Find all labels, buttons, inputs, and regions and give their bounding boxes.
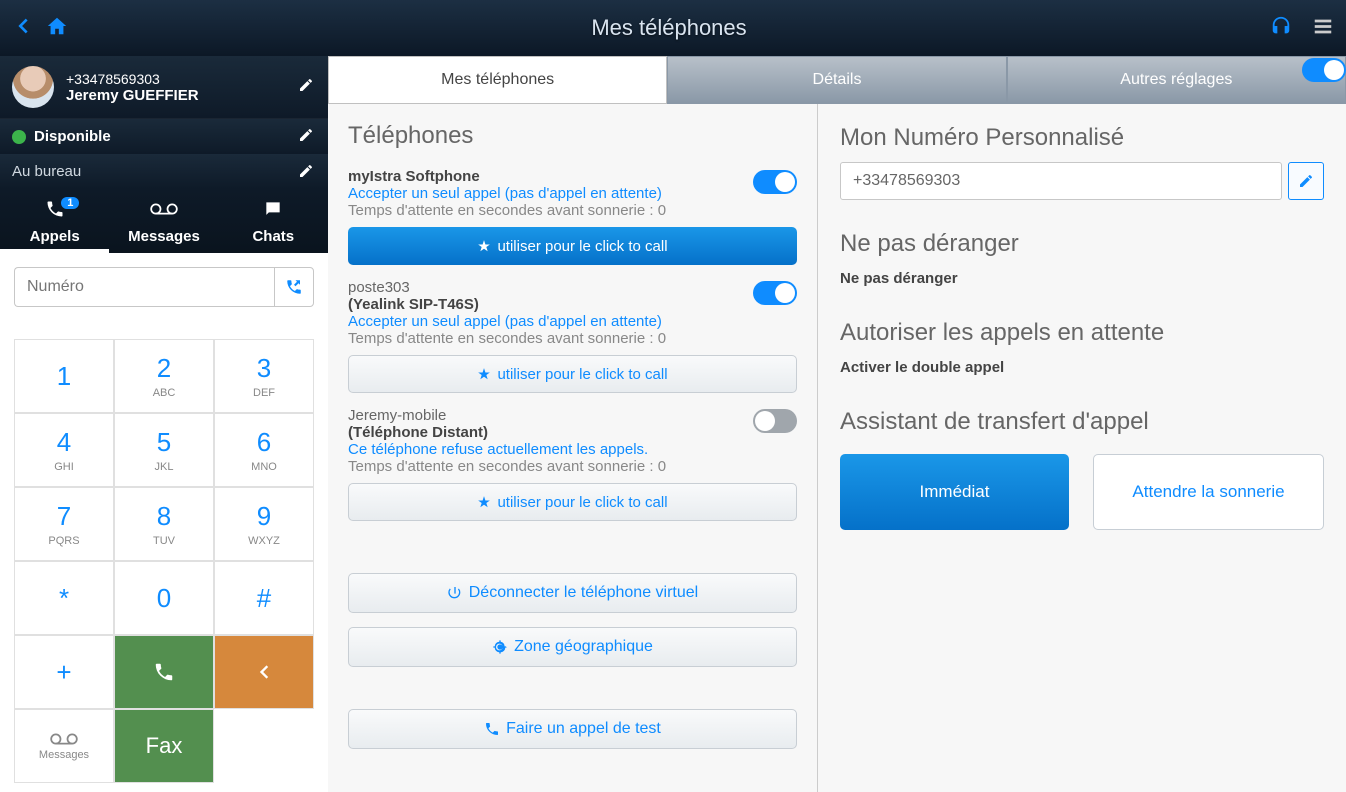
click-to-call-button[interactable]: utiliser pour le click to call <box>348 483 797 521</box>
ptab-other[interactable]: Autres réglages <box>1007 56 1346 104</box>
location-label: Au bureau <box>12 163 81 180</box>
key-5[interactable]: 5JKL <box>114 413 214 487</box>
key-*[interactable]: * <box>14 561 114 635</box>
tab-calls-label: Appels <box>0 228 109 245</box>
phone-toggle[interactable] <box>753 170 797 194</box>
phone-toggle[interactable] <box>753 409 797 433</box>
click-to-call-button[interactable]: utiliser pour le click to call <box>348 227 797 265</box>
edit-location-icon[interactable] <box>298 163 314 183</box>
disconnect-label: Déconnecter le téléphone virtuel <box>469 584 698 602</box>
settings-panel: Mon Numéro Personnalisé Ne pas déranger … <box>818 104 1346 792</box>
key-6[interactable]: 6MNO <box>214 413 314 487</box>
chat-icon <box>219 199 328 224</box>
home-icon[interactable] <box>46 15 68 42</box>
tab-calls[interactable]: 1 Appels <box>0 189 109 253</box>
phone-toggle[interactable] <box>753 281 797 305</box>
dnd-title: Ne pas déranger <box>840 230 1324 258</box>
user-name: Jeremy GUEFFIER <box>66 87 199 104</box>
waiting-title: Autoriser les appels en attente <box>840 319 1324 347</box>
key-1[interactable]: 1 <box>14 339 114 413</box>
ptab-details[interactable]: Détails <box>667 56 1006 104</box>
key-plus[interactable]: + <box>14 635 114 709</box>
personal-number-input[interactable] <box>840 162 1282 200</box>
menu-icon[interactable] <box>1312 15 1334 42</box>
dnd-label: Ne pas déranger <box>840 270 958 287</box>
phone-item: poste303(Yealink SIP-T46S)Accepter un se… <box>328 275 817 403</box>
assist-immediate-label: Immédiat <box>920 482 990 502</box>
backspace-button[interactable] <box>214 635 314 709</box>
user-box: +33478569303 Jeremy GUEFFIER <box>0 56 328 118</box>
number-input[interactable] <box>14 267 274 307</box>
waiting-label: Activer le double appel <box>840 359 1004 376</box>
status-row[interactable]: Disponible <box>0 118 328 154</box>
phone-icon <box>0 199 109 224</box>
click-to-call-button[interactable]: utiliser pour le click to call <box>348 355 797 393</box>
assist-immediate-button[interactable]: Immédiat <box>840 454 1069 530</box>
headset-icon[interactable] <box>1270 15 1292 42</box>
voicemail-button[interactable]: Messages <box>14 709 114 783</box>
main-panel: Mes téléphones Détails Autres réglages T… <box>328 56 1346 792</box>
test-call-button[interactable]: Faire un appel de test <box>348 709 797 749</box>
test-label: Faire un appel de test <box>506 720 661 738</box>
key-0[interactable]: 0 <box>114 561 214 635</box>
edit-user-icon[interactable] <box>298 77 314 98</box>
key-4[interactable]: 4GHI <box>14 413 114 487</box>
phones-title: Téléphones <box>348 122 797 150</box>
phones-panel: Téléphones myIstra SoftphoneAccepter un … <box>328 104 818 792</box>
geo-button[interactable]: Zone géographique <box>348 627 797 667</box>
tab-messages-label: Messages <box>109 228 218 245</box>
tab-chats[interactable]: Chats <box>219 189 328 253</box>
ptab-other-label: Autres réglages <box>1120 71 1232 89</box>
phone-item: myIstra SoftphoneAccepter un seul appel … <box>328 164 817 275</box>
back-icon[interactable] <box>12 15 34 42</box>
disconnect-button[interactable]: Déconnecter le téléphone virtuel <box>348 573 797 613</box>
edit-status-icon[interactable] <box>298 127 314 147</box>
fax-button[interactable]: Fax <box>114 709 214 783</box>
page-title: Mes téléphones <box>591 15 746 41</box>
assist-ring-label: Attendre la sonnerie <box>1132 482 1284 502</box>
tab-messages[interactable]: Messages <box>109 189 218 253</box>
key-9[interactable]: 9WXYZ <box>214 487 314 561</box>
key-3[interactable]: 3DEF <box>214 339 314 413</box>
key-2[interactable]: 2ABC <box>114 339 214 413</box>
pnum-title: Mon Numéro Personnalisé <box>840 124 1324 152</box>
location-row[interactable]: Au bureau <box>0 154 328 189</box>
dialpad: 12ABC3DEF 4GHI5JKL6MNO 7PQRS8TUV9WXYZ *0# +M… <box>14 339 314 783</box>
ptab-details-label: Détails <box>813 71 862 89</box>
tab-chats-label: Chats <box>219 228 328 245</box>
assist-ring-button[interactable]: Attendre la sonnerie <box>1093 454 1324 530</box>
status-label: Disponible <box>34 128 111 145</box>
sidebar: +33478569303 Jeremy GUEFFIER Disponible … <box>0 56 328 792</box>
key-7[interactable]: 7PQRS <box>14 487 114 561</box>
phone-item: Jeremy-mobile(Téléphone Distant)Ce télép… <box>328 403 817 531</box>
geo-label: Zone géographique <box>514 638 653 656</box>
ptab-phones-label: Mes téléphones <box>441 71 554 89</box>
voicemail-icon <box>109 199 218 224</box>
user-phone: +33478569303 <box>66 71 199 87</box>
calls-badge: 1 <box>61 197 79 209</box>
key-#[interactable]: # <box>214 561 314 635</box>
waiting-toggle[interactable] <box>1302 58 1346 82</box>
key-8[interactable]: 8TUV <box>114 487 214 561</box>
topbar: Mes téléphones <box>0 0 1346 56</box>
dial-from-input-button[interactable] <box>274 267 314 307</box>
ptab-phones[interactable]: Mes téléphones <box>328 56 667 104</box>
edit-pnum-button[interactable] <box>1288 162 1324 200</box>
call-button[interactable] <box>114 635 214 709</box>
avatar[interactable] <box>12 66 54 108</box>
sidebar-tabs: 1 Appels Messages Chats <box>0 189 328 253</box>
status-online-icon <box>12 130 26 144</box>
panel-tabs: Mes téléphones Détails Autres réglages <box>328 56 1346 104</box>
assist-title: Assistant de transfert d'appel <box>840 408 1324 436</box>
